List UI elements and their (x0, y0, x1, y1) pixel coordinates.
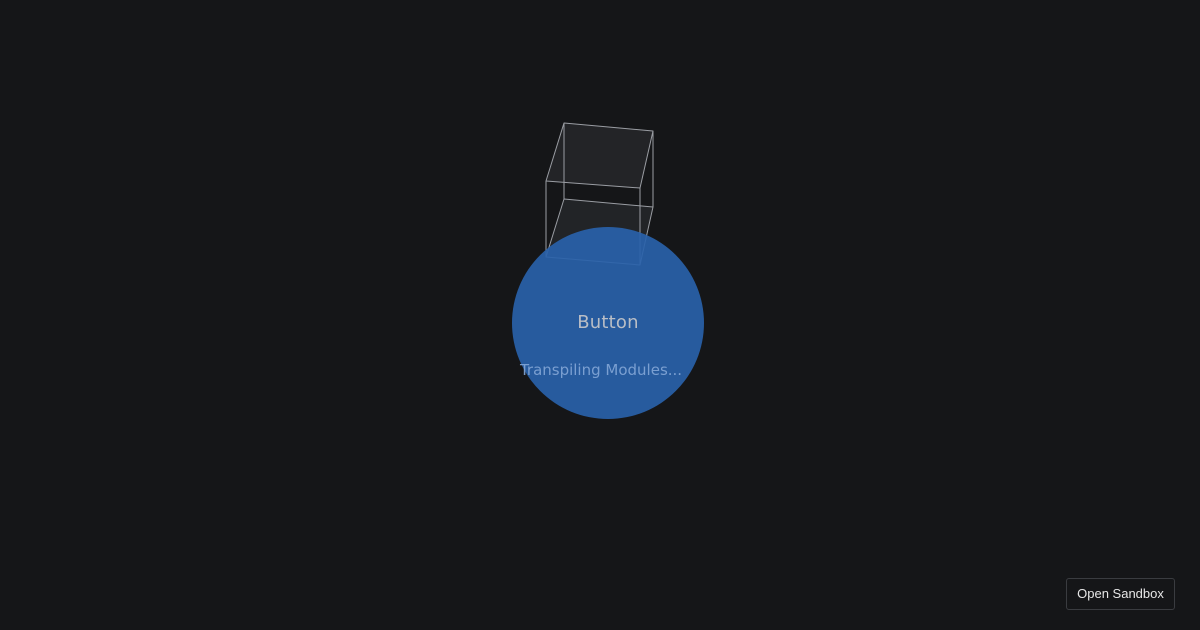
sandbox-preview: Button Transpiling Modules... Open Sandb… (0, 0, 1200, 630)
loading-status-text: Transpiling Modules... (519, 361, 683, 379)
button-label: Button (577, 312, 639, 333)
open-sandbox-button[interactable]: Open Sandbox (1066, 578, 1175, 610)
